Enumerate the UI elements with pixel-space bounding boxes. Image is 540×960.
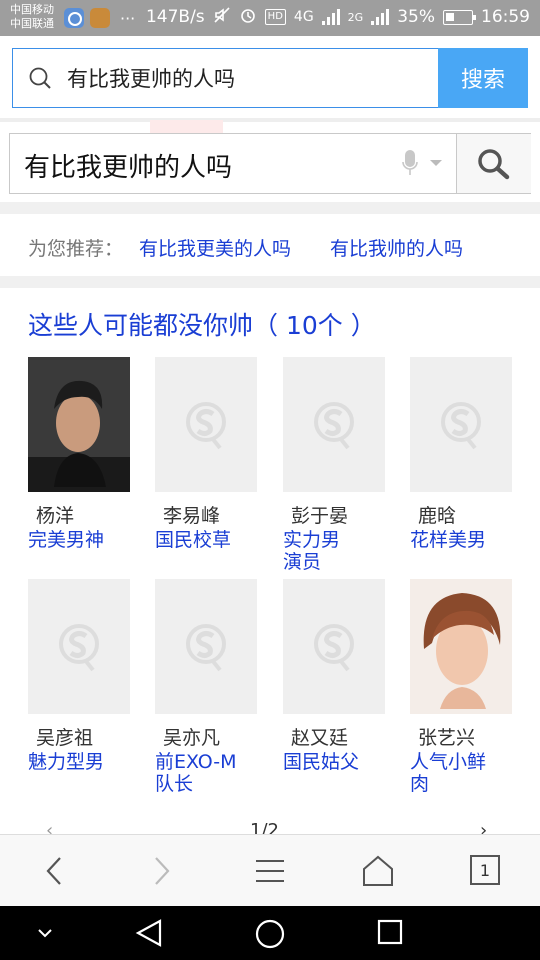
card-title[interactable]: 这些人可能都没你帅（ 10个 ） (28, 306, 376, 342)
person-photo-placeholder[interactable] (155, 357, 257, 492)
person-item[interactable]: 吴彦祖 魅力型男 (28, 579, 130, 773)
portrait-image (28, 357, 130, 492)
microphone-icon[interactable] (402, 150, 418, 176)
person-photo-placeholder[interactable] (283, 357, 385, 492)
back-icon[interactable] (36, 853, 72, 889)
portrait-image (410, 579, 512, 714)
search-icon (478, 149, 510, 180)
person-item[interactable]: 杨洋 完美男神 (28, 357, 130, 551)
inner-search-button[interactable] (457, 134, 531, 193)
person-tag: 完美男神 (28, 529, 105, 551)
clock: 16:59 (481, 7, 530, 27)
recommend-label: 为您推荐： (28, 238, 124, 260)
person-tag: 魅力型男 (28, 751, 105, 773)
battery-percent: 35% (397, 7, 435, 27)
sogou-placeholder-icon (59, 624, 99, 672)
baidu-app-icon (64, 8, 84, 28)
person-photo-placeholder[interactable] (155, 579, 257, 714)
signal-icon-2 (371, 9, 390, 25)
pager-indicator: 1/2 (250, 820, 279, 834)
recommend-row: 为您推荐： 有比我更美的人吗 有比我帅的人吗 (0, 214, 540, 276)
carrier-1: 中国移动 (10, 3, 54, 16)
status-bar: 中国移动 中国联通 ··· 147B/s HD 4G 2G 35% 16:59 (0, 0, 540, 36)
inner-search-bar[interactable]: 有比我更帅的人吗 (9, 133, 531, 194)
hd-icon: HD (264, 9, 286, 25)
person-name: 吴彦祖 (36, 727, 94, 749)
menu-icon[interactable] (252, 853, 288, 889)
inner-search-query: 有比我更帅的人吗 (24, 153, 233, 183)
person-tag: 人气小鲜肉 (410, 751, 487, 795)
sogou-placeholder-icon (186, 624, 226, 672)
person-name: 鹿晗 (418, 505, 457, 527)
person-photo[interactable] (28, 357, 130, 492)
person-item[interactable]: 赵又廷 国民姑父 (283, 579, 385, 773)
net-2g: 2G (347, 10, 364, 24)
home-icon[interactable] (360, 853, 396, 889)
search-icon (29, 67, 51, 89)
person-tag: 花样美男 (410, 529, 487, 551)
person-item[interactable]: 吴亦凡 前EXO-M队长 (155, 579, 257, 795)
divider (0, 202, 540, 214)
top-search-bar: 有比我更帅的人吗 搜索 (12, 48, 528, 108)
carrier-2: 中国联通 (10, 17, 54, 30)
tabs-button[interactable]: 1 (470, 855, 500, 885)
recommend-link[interactable]: 有比我帅的人吗 (330, 234, 463, 261)
sogou-placeholder-icon (441, 402, 481, 450)
nav-recents-icon[interactable] (376, 918, 404, 946)
person-tag: 实力男演员 (283, 529, 341, 573)
person-name: 吴亦凡 (163, 727, 221, 749)
result-card: 这些人可能都没你帅（ 10个 ） 杨洋 完美男神 李易峰 国民校草 彭于晏 实力… (0, 288, 540, 834)
person-name: 赵又廷 (291, 727, 349, 749)
person-photo[interactable] (410, 579, 512, 714)
recommend-link[interactable]: 有比我更美的人吗 (139, 234, 291, 261)
divider (0, 118, 540, 122)
signal-icon (321, 9, 340, 25)
pager-next[interactable]: › (480, 820, 487, 834)
person-name: 杨洋 (36, 505, 75, 527)
person-name: 李易峰 (163, 505, 221, 527)
person-item[interactable]: 鹿晗 花样美男 (410, 357, 512, 551)
android-nav-bar (0, 906, 540, 960)
pager-prev[interactable]: ‹ (46, 820, 53, 834)
search-query: 有比我更帅的人吗 (67, 67, 235, 91)
sogou-placeholder-icon (314, 624, 354, 672)
sogou-placeholder-icon (186, 402, 226, 450)
mute-icon (213, 6, 231, 28)
person-item[interactable]: 张艺兴 人气小鲜肉 (410, 579, 512, 795)
search-button[interactable]: 搜索 (438, 48, 528, 108)
person-item[interactable]: 李易峰 国民校草 (155, 357, 257, 551)
carrier-info: 中国移动 中国联通 (10, 3, 54, 31)
person-name: 彭于晏 (291, 505, 349, 527)
divider (0, 276, 540, 288)
net-4g: 4G (293, 9, 314, 25)
more-dots-icon: ··· (120, 8, 136, 28)
person-tag: 国民校草 (155, 529, 232, 551)
forward-icon[interactable] (144, 853, 180, 889)
sogou-placeholder-icon (314, 402, 354, 450)
nav-back-icon[interactable] (134, 918, 164, 948)
search-input[interactable]: 有比我更帅的人吗 (12, 48, 438, 108)
person-name: 张艺兴 (418, 727, 476, 749)
person-item[interactable]: 彭于晏 实力男演员 (283, 357, 385, 573)
chevron-down-icon[interactable] (36, 924, 54, 942)
person-tag: 国民姑父 (283, 751, 360, 773)
network-speed: 147B/s (145, 7, 205, 27)
pager: ‹ 1/2 › (0, 820, 540, 834)
alarm-icon (239, 6, 257, 28)
chevron-down-icon[interactable] (430, 160, 442, 166)
highlight-strip (150, 120, 223, 134)
person-photo-placeholder[interactable] (410, 357, 512, 492)
person-tag: 前EXO-M队长 (155, 751, 237, 795)
nav-home-icon[interactable] (254, 918, 286, 950)
person-photo-placeholder[interactable] (28, 579, 130, 714)
browser-toolbar: 1 (0, 834, 540, 906)
person-photo-placeholder[interactable] (283, 579, 385, 714)
battery-icon (443, 9, 476, 25)
app-icon (90, 8, 110, 28)
